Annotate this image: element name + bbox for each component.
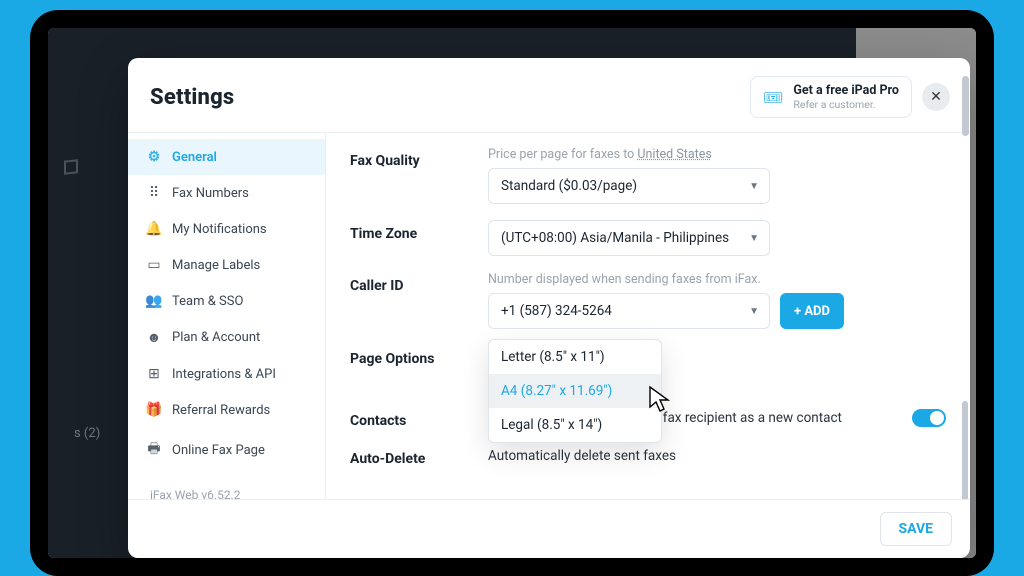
fax-quality-hint: Price per page for faxes to United State… xyxy=(488,147,946,162)
gift-icon: 🎁 xyxy=(146,402,162,418)
close-icon: ✕ xyxy=(930,89,942,105)
device-frame: s (2) 1 - 5 of 5 | 🗓 Any tim ime 5/17/20… xyxy=(30,10,994,576)
sidebar-item-fax-numbers[interactable]: ⠿ Fax Numbers xyxy=(128,175,325,211)
autodelete-desc: Automatically delete sent faxes xyxy=(488,448,676,464)
dialpad-icon: ⠿ xyxy=(146,185,162,201)
modal-header: Settings 🎟 Get a free iPad Pro Refer a c… xyxy=(128,58,970,133)
add-number-button[interactable]: + ADD xyxy=(780,293,844,329)
fax-quality-label: Fax Quality xyxy=(350,147,488,204)
chevron-down-icon: ▼ xyxy=(749,306,759,317)
sidebar-item-label: Fax Numbers xyxy=(172,186,249,201)
sidebar-item-referral[interactable]: 🎁 Referral Rewards xyxy=(128,392,325,428)
page-options-dropdown: Letter (8.5" x 11") A4 (8.27" x 11.69") … xyxy=(488,339,662,443)
chevron-down-icon: ▼ xyxy=(749,233,759,244)
page-option-letter[interactable]: Letter (8.5" x 11") xyxy=(489,340,661,374)
sidebar-item-online-fax[interactable]: 🖶 Online Fax Page xyxy=(128,428,325,472)
promo-banner[interactable]: 🎟 Get a free iPad Pro Refer a customer. xyxy=(750,76,912,118)
caller-id-hint: Number displayed when sending faxes from… xyxy=(488,272,946,287)
sidebar-item-label: My Notifications xyxy=(172,222,267,237)
promo-title: Get a free iPad Pro xyxy=(793,83,899,98)
timezone-select[interactable]: (UTC+08:00) Asia/Manila - Philippines▼ xyxy=(488,220,770,256)
sidebar-item-label: Integrations & API xyxy=(172,367,276,382)
modal-scrollbar[interactable] xyxy=(962,76,969,136)
sidebar-item-team[interactable]: 👥 Team & SSO xyxy=(128,283,325,319)
modal-footer: SAVE xyxy=(128,499,970,558)
close-button[interactable]: ✕ xyxy=(922,83,950,111)
screen: s (2) 1 - 5 of 5 | 🗓 Any tim ime 5/17/20… xyxy=(48,28,976,558)
label-icon: ▭ xyxy=(146,257,162,273)
save-button[interactable]: SAVE xyxy=(880,512,953,546)
sidebar-item-general[interactable]: ⚙ General xyxy=(128,139,325,175)
bell-icon: 🔔 xyxy=(146,221,162,237)
sidebar-item-labels[interactable]: ▭ Manage Labels xyxy=(128,247,325,283)
page-option-a4[interactable]: A4 (8.27" x 11.69") xyxy=(489,374,661,408)
caller-id-select[interactable]: +1 (587) 324-5264▼ xyxy=(488,293,770,329)
page-option-legal[interactable]: Legal (8.5" x 14") xyxy=(489,408,661,442)
promo-sub: Refer a customer. xyxy=(793,98,899,111)
timezone-label: Time Zone xyxy=(350,220,488,256)
grid-icon: ⊞ xyxy=(146,366,162,382)
settings-modal: Settings 🎟 Get a free iPad Pro Refer a c… xyxy=(128,58,970,558)
modal-title: Settings xyxy=(150,85,234,110)
gear-icon: ⚙ xyxy=(146,149,162,165)
chevron-down-icon: ▼ xyxy=(749,181,759,192)
sidebar-item-label: Online Fax Page xyxy=(172,443,265,458)
sidebar-item-plan[interactable]: ☻ Plan & Account xyxy=(128,319,325,356)
content-scrollbar[interactable] xyxy=(962,401,968,499)
people-icon: 👥 xyxy=(146,293,162,309)
account-icon: ☻ xyxy=(146,329,162,346)
caller-id-label: Caller ID xyxy=(350,272,488,329)
settings-content: Fax Quality Price per page for faxes to … xyxy=(326,133,970,499)
gift-icon: 🎟 xyxy=(763,88,783,107)
page-options-label: Page Options xyxy=(350,345,488,391)
sidebar-item-integrations[interactable]: ⊞ Integrations & API xyxy=(128,356,325,392)
printer-icon: 🖶 xyxy=(146,438,162,462)
sidebar-item-notifications[interactable]: 🔔 My Notifications xyxy=(128,211,325,247)
sidebar-item-label: Plan & Account xyxy=(172,330,260,345)
autodelete-label: Auto-Delete xyxy=(350,445,488,467)
sidebar-item-label: Referral Rewards xyxy=(172,403,270,418)
sidebar-item-label: Team & SSO xyxy=(172,294,243,309)
contacts-label: Contacts xyxy=(350,407,488,429)
contacts-toggle[interactable] xyxy=(912,409,946,427)
settings-sidebar: ⚙General ⠿Fax Numbers 🔔My Notifications … xyxy=(128,133,326,499)
country-link[interactable]: United States xyxy=(637,147,711,162)
fax-quality-select[interactable]: Standard ($0.03/page)▼ xyxy=(488,168,770,204)
sidebar-item-label: General xyxy=(172,150,217,165)
sidebar-item-label: Manage Labels xyxy=(172,258,260,273)
